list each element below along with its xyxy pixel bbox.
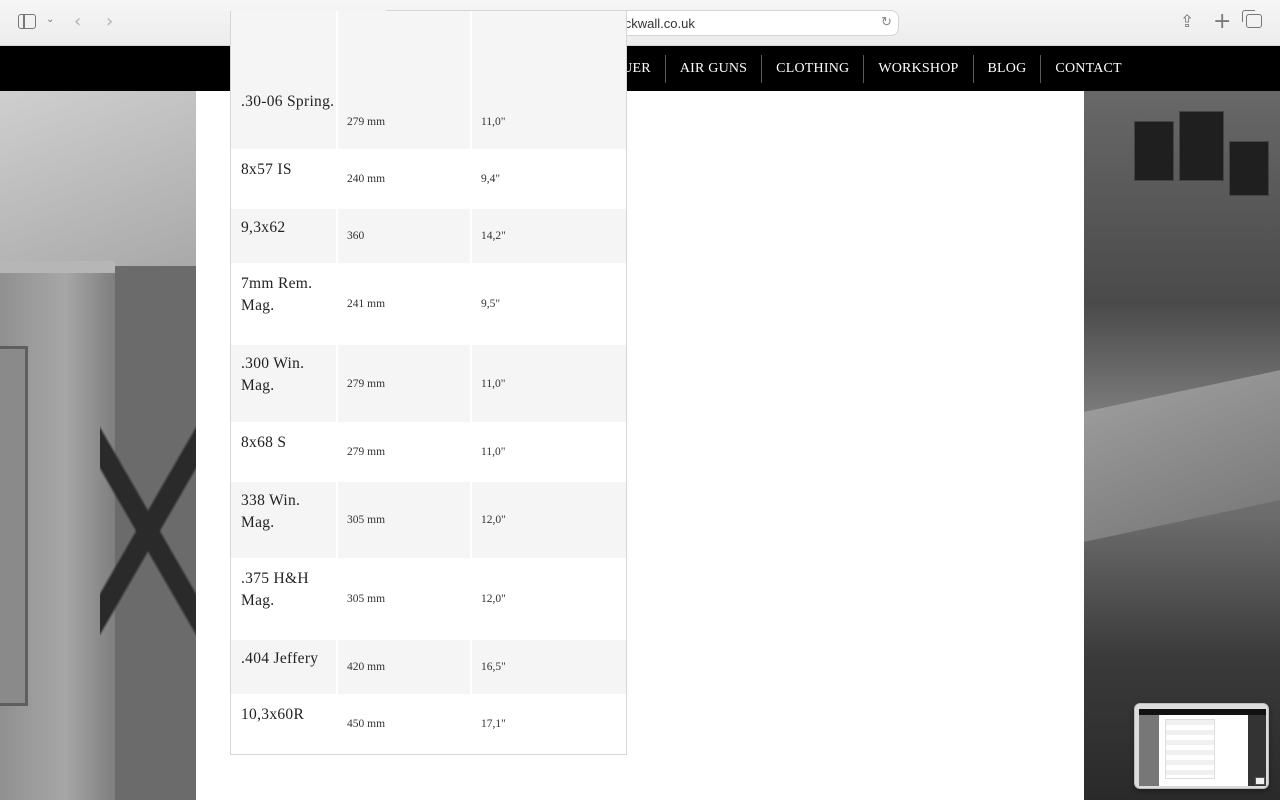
length-inch-cell: 9,4" bbox=[481, 173, 501, 185]
stool bbox=[100, 321, 196, 741]
caliber-cell: .30-06 Spring. bbox=[231, 11, 338, 149]
table-row: 8x57 IS 240 mm 9,4" bbox=[231, 151, 626, 209]
table-row: .30-06 Spring. 279 mm 11,0" bbox=[231, 11, 626, 151]
length-mm-cell: 241 mm bbox=[338, 265, 472, 343]
caliber-cell: 8x57 IS bbox=[231, 151, 338, 207]
background-photo-right bbox=[1084, 91, 1280, 800]
background-photo-left bbox=[0, 91, 196, 800]
table-row: .375 H&H Mag. 305 mm 12,0" bbox=[231, 560, 626, 640]
share-icon[interactable]: ⇪ bbox=[1180, 12, 1194, 32]
length-mm-cell: 240 mm bbox=[338, 151, 472, 207]
site-navbar: HOMEGUNSOPTICSMAUSERSAUERAIR GUNSCLOTHIN… bbox=[0, 46, 1280, 91]
length-mm-cell: 279 mm bbox=[338, 11, 472, 149]
ammo-box bbox=[1229, 141, 1269, 196]
length-inch-cell: 16,5" bbox=[481, 661, 506, 673]
expand-icon[interactable] bbox=[1255, 777, 1265, 785]
page-thumbnail-preview[interactable] bbox=[1134, 703, 1269, 789]
length-mm-cell: 305 mm bbox=[338, 482, 472, 558]
ammo-box bbox=[1134, 121, 1174, 181]
thumbnail-content bbox=[1139, 709, 1266, 786]
length-mm-cell: 450 mm bbox=[338, 696, 472, 752]
length-inch-cell: 12,0" bbox=[481, 593, 506, 605]
caliber-cell: 9,3x62 bbox=[231, 209, 338, 263]
nav-item-workshop[interactable]: WORKSHOP bbox=[863, 54, 972, 83]
browser-toolbar: ⌄ ‹ › 1 rjblackwall.co.uk ↻ ⇪ + bbox=[0, 0, 1280, 46]
length-inch-cell: 11,0" bbox=[481, 446, 506, 458]
length-mm-cell: 420 mm bbox=[338, 640, 472, 694]
length-mm-cell: 305 mm bbox=[338, 560, 472, 638]
caliber-cell: 338 Win. Mag. bbox=[231, 482, 338, 558]
caliber-cell: 10,3x60R bbox=[231, 696, 338, 752]
back-icon[interactable]: ‹ bbox=[74, 11, 81, 32]
length-inch-cell: 17,1" bbox=[481, 718, 506, 730]
nav-item-air-guns[interactable]: AIR GUNS bbox=[664, 54, 761, 83]
length-inch-cell: 14,2" bbox=[481, 230, 506, 242]
length-inch-cell: 11,0" bbox=[481, 116, 506, 128]
caliber-cell: 7mm Rem. Mag. bbox=[231, 265, 338, 343]
table-row: 10,3x60R 450 mm 17,1" bbox=[231, 696, 626, 754]
length-inch-cell: 9,5" bbox=[481, 298, 501, 310]
length-mm-cell: 360 bbox=[338, 209, 472, 263]
chevron-down-icon[interactable]: ⌄ bbox=[46, 14, 54, 25]
nav-item-contact[interactable]: CONTACT bbox=[1040, 54, 1135, 83]
caliber-cell: .375 H&H Mag. bbox=[231, 560, 338, 638]
length-inch-cell: 11,0" bbox=[481, 377, 506, 390]
caliber-cell: .404 Jeffery bbox=[231, 640, 338, 694]
table-row: 338 Win. Mag. 305 mm 12,0" bbox=[231, 482, 626, 560]
caliber-cell: 8x68 S bbox=[231, 424, 338, 480]
table-row: .404 Jeffery 420 mm 16,5" bbox=[231, 640, 626, 696]
reload-icon[interactable]: ↻ bbox=[881, 15, 892, 30]
table-row: .300 Win. Mag. 279 mm 11,0" bbox=[231, 345, 626, 424]
wall bbox=[0, 91, 196, 266]
table-row: 8x68 S 279 mm 11,0" bbox=[231, 424, 626, 482]
cabinet-panel bbox=[0, 346, 28, 706]
new-tab-icon[interactable]: + bbox=[1213, 9, 1231, 34]
sidebar-icon[interactable] bbox=[18, 14, 36, 29]
nav-item-clothing[interactable]: CLOTHING bbox=[761, 54, 863, 83]
length-inch-cell: 12,0" bbox=[481, 514, 506, 526]
content-page: .30-06 Spring. 279 mm 11,0" 8x57 IS 240 mm 9,… bbox=[196, 11, 1084, 800]
forward-icon[interactable]: › bbox=[106, 11, 113, 32]
table-row: 9,3x62 360 14,2" bbox=[231, 209, 626, 265]
length-mm-cell: 279 mm bbox=[338, 424, 472, 480]
tab-overview-icon[interactable] bbox=[1242, 10, 1262, 28]
caliber-table: .30-06 Spring. 279 mm 11,0" 8x57 IS 240 mm 9,… bbox=[230, 11, 627, 755]
length-mm-cell: 279 mm bbox=[338, 345, 472, 422]
nav-item-blog[interactable]: BLOG bbox=[972, 54, 1041, 83]
ammo-box bbox=[1179, 111, 1224, 181]
table-row: 7mm Rem. Mag. 241 mm 9,5" bbox=[231, 265, 626, 345]
bench bbox=[1084, 370, 1280, 542]
caliber-cell: .300 Win. Mag. bbox=[231, 345, 338, 422]
